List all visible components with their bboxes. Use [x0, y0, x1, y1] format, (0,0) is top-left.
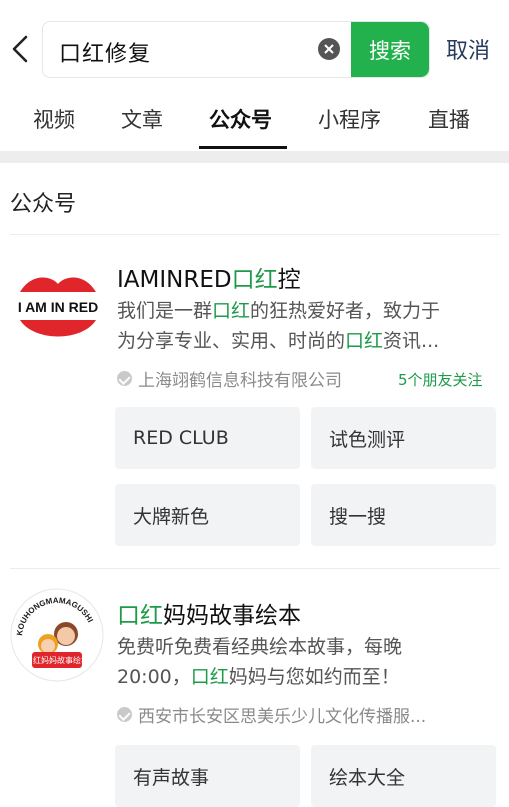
description-text: 我们是一群 — [117, 300, 213, 322]
menu-button[interactable]: 绘本大全 — [311, 745, 496, 807]
description-highlight: 口红 — [190, 666, 229, 688]
account-name-highlight: 口红 — [117, 603, 163, 629]
menu-button[interactable]: 有声故事 — [115, 745, 300, 807]
description-highlight: 口红 — [212, 300, 251, 322]
clear-search-button[interactable] — [318, 38, 340, 60]
close-icon — [324, 44, 334, 54]
tab-bar: 视频 文章 公众号 小程序 直播 — [0, 96, 509, 149]
account-avatar[interactable]: KOUHONGMAMAGUSHI 口红妈妈故事绘本 — [10, 588, 104, 682]
company-info: 上海翊鹤信息科技有限公司 — [117, 366, 342, 391]
menu-button[interactable]: RED CLUB — [115, 407, 300, 469]
company-name: 西安市长安区思美乐少儿文化传播服... — [138, 707, 427, 727]
friends-following: 5个朋友关注 — [398, 371, 483, 389]
description-text: 免费听免费看经典绘本故事，每晚 — [117, 636, 403, 658]
search-button[interactable]: 搜索 — [351, 22, 429, 77]
top-bar: 口红修复 搜索 取消 — [0, 0, 509, 90]
menu-button[interactable]: 大牌新色 — [115, 484, 300, 546]
logo-text: I AM IN RED — [18, 299, 98, 315]
account-name-part: 控 — [277, 267, 301, 293]
account-avatar[interactable]: I AM IN RED — [12, 262, 104, 354]
account-name[interactable]: 口红妈妈故事绘本 — [117, 596, 301, 630]
logo-badge-text: 口红妈妈故事绘本 — [25, 655, 89, 665]
account-name[interactable]: IAMINRED口红控 — [117, 260, 301, 294]
description-text: 妈妈与您如约而至！ — [228, 666, 400, 688]
search-input[interactable]: 口红修复 — [59, 36, 151, 68]
chevron-left-icon — [12, 35, 28, 63]
account-name-highlight: 口红 — [231, 267, 278, 293]
divider — [10, 568, 500, 569]
account-name-part: IAMINRED — [117, 267, 232, 293]
account-description: 我们是一群口红的狂热爱好者，致力于 为分享专业、实用、时尚的口红资讯... — [117, 296, 440, 356]
search-field[interactable]: 口红修复 搜索 — [42, 21, 430, 78]
cancel-button[interactable]: 取消 — [446, 33, 490, 65]
iaminred-logo: I AM IN RED — [12, 262, 104, 354]
tab-official-accounts[interactable]: 公众号 — [209, 104, 272, 134]
tab-live[interactable]: 直播 — [428, 104, 470, 134]
storybook-mom-logo: KOUHONGMAMAGUSHI 口红妈妈故事绘本 — [10, 588, 104, 682]
verified-icon — [117, 707, 132, 722]
verified-icon — [117, 371, 132, 386]
description-text: 为分享专业、实用、时尚的 — [117, 330, 346, 352]
menu-button[interactable]: 试色测评 — [311, 407, 496, 469]
divider — [10, 234, 500, 235]
tab-video[interactable]: 视频 — [33, 104, 75, 134]
description-text: 的狂热爱好者，致力于 — [250, 300, 441, 322]
back-button[interactable] — [6, 30, 34, 68]
tab-mini-programs[interactable]: 小程序 — [318, 104, 381, 134]
account-description: 免费听免费看经典绘本故事，每晚 20:00，口红妈妈与您如约而至！ — [117, 632, 402, 692]
account-name-part: 妈妈故事绘本 — [163, 603, 301, 629]
description-text: 资讯... — [383, 330, 440, 352]
description-text: 20:00， — [117, 666, 191, 688]
tab-articles[interactable]: 文章 — [121, 104, 163, 134]
company-name: 上海翊鹤信息科技有限公司 — [138, 371, 342, 391]
company-info: 西安市长安区思美乐少儿文化传播服... — [117, 702, 426, 727]
divider — [0, 151, 509, 163]
active-tab-indicator — [199, 146, 287, 149]
section-title: 公众号 — [10, 192, 77, 217]
description-highlight: 口红 — [345, 330, 384, 352]
menu-button[interactable]: 搜一搜 — [311, 484, 496, 546]
